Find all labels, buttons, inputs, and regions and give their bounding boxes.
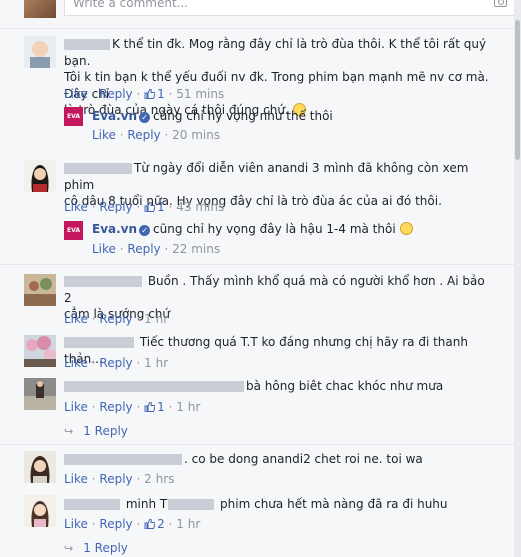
comment-actions: Like · Reply · 1 · 51 mins bbox=[64, 87, 225, 101]
comment-actions: Like · Reply · 1 hr bbox=[64, 356, 169, 370]
reply-arrow-icon: ↪ bbox=[64, 542, 74, 555]
timestamp[interactable]: 1 hr bbox=[176, 400, 200, 414]
timestamp[interactable]: 51 mins bbox=[176, 87, 224, 101]
timestamp[interactable]: 1 hr bbox=[176, 517, 200, 531]
like-link[interactable]: Like bbox=[64, 400, 88, 414]
comments-panel: Write a comment... K thể tin đk. Mog rằn… bbox=[0, 0, 514, 557]
thumbs-up-icon bbox=[144, 202, 156, 212]
scrollbar[interactable] bbox=[514, 0, 521, 557]
view-replies-link[interactable]: ↪ 1 Reply bbox=[64, 541, 128, 556]
commenter-name-redacted[interactable] bbox=[64, 163, 132, 174]
reply-link[interactable]: Reply bbox=[99, 472, 132, 486]
avatar bbox=[24, 378, 56, 410]
camera-icon[interactable] bbox=[494, 0, 507, 7]
reply-link[interactable]: Reply bbox=[99, 517, 132, 531]
avatar bbox=[24, 0, 56, 18]
timestamp[interactable]: 1 hr bbox=[144, 356, 168, 370]
comment-actions: Like · Reply · 2 hrs bbox=[64, 472, 175, 486]
reply-author[interactable]: Eva.vn bbox=[92, 222, 137, 236]
comment-input-placeholder: Write a comment... bbox=[73, 0, 189, 10]
avatar bbox=[24, 160, 56, 192]
avatar bbox=[24, 36, 56, 68]
reply-actions: Like · Reply · 22 mins bbox=[92, 242, 221, 256]
reply-link[interactable]: Reply bbox=[99, 312, 132, 326]
commenter-name-redacted[interactable] bbox=[64, 276, 142, 287]
verified-badge-icon: ✓ bbox=[139, 225, 151, 236]
avatar bbox=[24, 274, 56, 306]
commenter-name-redacted[interactable] bbox=[64, 39, 110, 50]
eva-logo[interactable]: EVA bbox=[64, 107, 83, 126]
verified-badge-icon: ✓ bbox=[139, 112, 151, 123]
view-replies-link[interactable]: ↪ 1 Reply bbox=[64, 424, 128, 439]
write-comment-row: Write a comment... bbox=[24, 0, 514, 22]
like-link[interactable]: Like bbox=[64, 356, 88, 370]
reply-link[interactable]: Reply bbox=[99, 400, 132, 414]
divider bbox=[0, 28, 514, 29]
comment-input[interactable]: Write a comment... bbox=[64, 0, 514, 16]
commenter-name-redacted[interactable] bbox=[64, 337, 134, 348]
confused-emoji-icon bbox=[399, 222, 413, 235]
reply-arrow-icon: ↪ bbox=[64, 425, 74, 438]
reply-link[interactable]: Reply bbox=[127, 242, 160, 256]
eva-logo[interactable]: EVA bbox=[64, 221, 83, 240]
timestamp[interactable]: 22 mins bbox=[172, 242, 220, 256]
avatar bbox=[24, 335, 56, 367]
reply-text: Eva.vn ✓ cũng chỉ hy vọng như thế thôi bbox=[92, 109, 333, 123]
reply-text: Eva.vn ✓ cũng chỉ hy vọng đây là hậu 1-4 m… bbox=[92, 221, 492, 237]
like-link[interactable]: Like bbox=[64, 200, 88, 214]
scrollbar-thumb[interactable] bbox=[515, 20, 520, 160]
timestamp[interactable]: 20 mins bbox=[172, 128, 220, 142]
thumbs-up-icon bbox=[144, 519, 156, 529]
like-count[interactable]: 2 bbox=[157, 517, 165, 531]
commenter-name-redacted bbox=[168, 499, 215, 510]
like-link[interactable]: Like bbox=[64, 472, 88, 486]
like-link[interactable]: Like bbox=[64, 87, 88, 101]
commenter-name-redacted[interactable] bbox=[64, 499, 120, 510]
reply-actions: Like · Reply · 20 mins bbox=[92, 128, 221, 142]
comment-text: minh T phim chưa hết mà nàng đã ra đi hu… bbox=[64, 496, 494, 513]
like-link[interactable]: Like bbox=[92, 242, 116, 256]
like-link[interactable]: Like bbox=[64, 517, 88, 531]
divider bbox=[0, 444, 514, 445]
comment-actions: Like · Reply · 1 · 43 mins bbox=[64, 200, 225, 214]
commenter-name-redacted[interactable] bbox=[64, 454, 182, 465]
comment-text: K thể tin đk. Mog rằng đây chỉ là trò đù… bbox=[64, 37, 489, 117]
like-count[interactable]: 1 bbox=[157, 200, 165, 214]
comment-text: . co be dong anandi2 chet roi ne. toi wa bbox=[64, 451, 494, 468]
comment-actions: Like · Reply · 2 · 1 hr bbox=[64, 517, 201, 531]
commenter-name-redacted[interactable] bbox=[64, 381, 244, 392]
timestamp[interactable]: 1 hr bbox=[144, 312, 168, 326]
timestamp[interactable]: 43 mins bbox=[176, 200, 224, 214]
reply-link[interactable]: Reply bbox=[127, 128, 160, 142]
reply-link[interactable]: Reply bbox=[99, 200, 132, 214]
like-link[interactable]: Like bbox=[92, 128, 116, 142]
avatar bbox=[24, 451, 56, 483]
reply-link[interactable]: Reply bbox=[99, 87, 132, 101]
reply-author[interactable]: Eva.vn bbox=[92, 109, 137, 123]
like-link[interactable]: Like bbox=[64, 312, 88, 326]
like-count[interactable]: 1 bbox=[157, 400, 165, 414]
thumbs-up-icon bbox=[144, 402, 156, 412]
like-count[interactable]: 1 bbox=[157, 87, 165, 101]
comment-actions: Like · Reply · 1 · 1 hr bbox=[64, 400, 201, 414]
divider bbox=[0, 264, 514, 265]
timestamp[interactable]: 2 hrs bbox=[144, 472, 174, 486]
comment-actions: Like · Reply · 1 hr bbox=[64, 312, 169, 326]
thumbs-up-icon bbox=[144, 89, 156, 99]
avatar bbox=[24, 495, 56, 527]
comment-text: bà hông biêt chac khóc như mưa bbox=[64, 378, 494, 395]
reply-link[interactable]: Reply bbox=[99, 356, 132, 370]
